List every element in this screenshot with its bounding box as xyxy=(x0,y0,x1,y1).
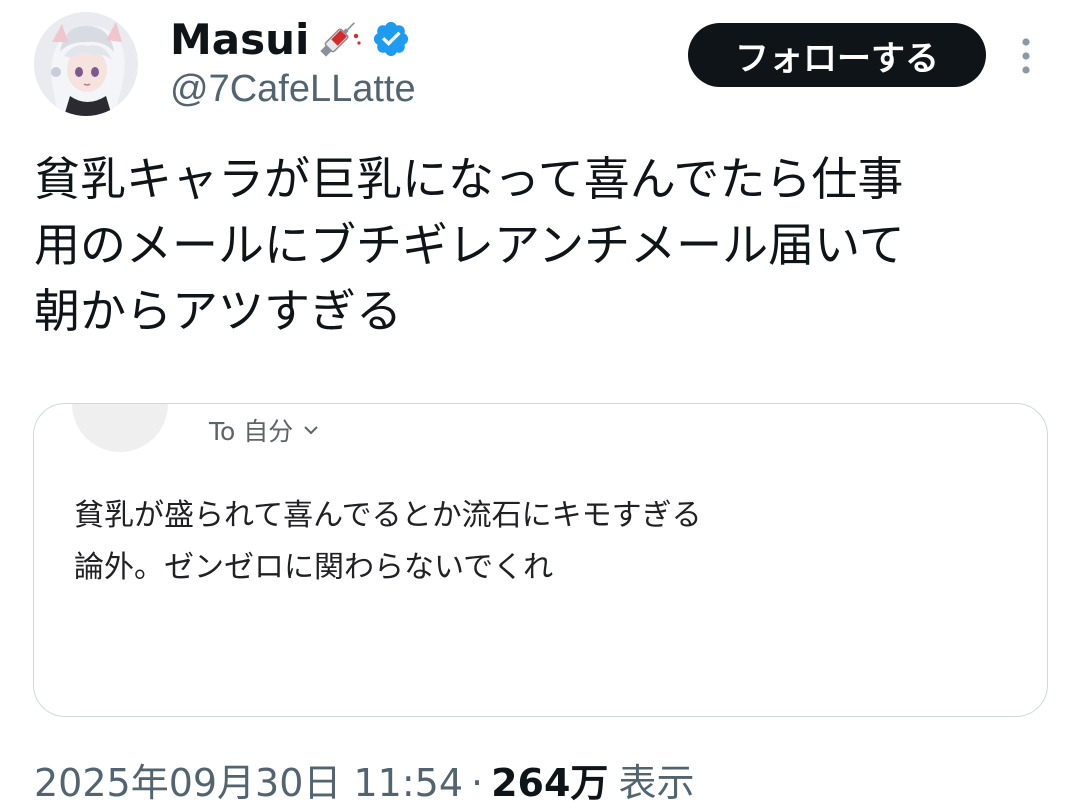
syringe-icon xyxy=(320,22,362,57)
author-display-name[interactable]: Masui xyxy=(170,15,309,64)
author-handle[interactable]: @7CafeLLatte xyxy=(170,68,416,111)
tweet-text: 貧乳キャラが巨乳になって喜んでたら仕事 用のメールにブチギレアンチメール届いて … xyxy=(34,146,1044,344)
mail-body-line: 論外。ゼンゼロに関わらないでくれ xyxy=(74,550,554,585)
verified-badge-icon xyxy=(374,21,409,57)
author-avatar[interactable] xyxy=(34,12,138,116)
views-label: 表示 xyxy=(618,761,695,805)
views-count: 264万 xyxy=(491,761,609,805)
follow-button[interactable]: フォローする xyxy=(688,23,986,87)
tweet-text-line: 用のメールにブチギレアンチメール届いて xyxy=(34,218,905,272)
chevron-down-icon xyxy=(304,426,318,435)
mail-recipient-label: To 自分 xyxy=(209,417,294,446)
author-name-row[interactable]: Masui xyxy=(170,10,411,68)
mail-body-line: 貧乳が盛られて喜んでるとか流石にキモすぎる xyxy=(74,498,702,533)
tweet-timestamp[interactable]: 2025年09月30日 11:54 xyxy=(34,752,463,807)
mail-body: 貧乳が盛られて喜んでるとか流石にキモすぎる 論外。ゼンゼロに関わらないでくれ xyxy=(74,490,702,594)
tweet-text-line: 貧乳キャラが巨乳になって喜んでたら仕事 xyxy=(34,152,904,206)
mail-sender-avatar-shape xyxy=(94,403,146,404)
anime-avatar-icon xyxy=(34,12,138,116)
more-vertical-icon[interactable] xyxy=(1011,36,1041,76)
tweet-view: Masui @7CafeLLatte フォローする 貧乳キャラが巨乳になって喜ん… xyxy=(0,0,1080,808)
tweet-meta: 2025年09月30日 11:54 · 264万 表示 xyxy=(34,752,694,807)
attached-image[interactable]: To 自分 貧乳が盛られて喜んでるとか流石にキモすぎる 論外。ゼンゼロに関わらな… xyxy=(33,403,1048,717)
meta-separator: · xyxy=(471,761,484,805)
mail-sender-avatar xyxy=(72,403,168,452)
mail-recipient: To 自分 xyxy=(209,412,319,448)
tweet-text-line: 朝からアツすぎる xyxy=(34,284,402,338)
